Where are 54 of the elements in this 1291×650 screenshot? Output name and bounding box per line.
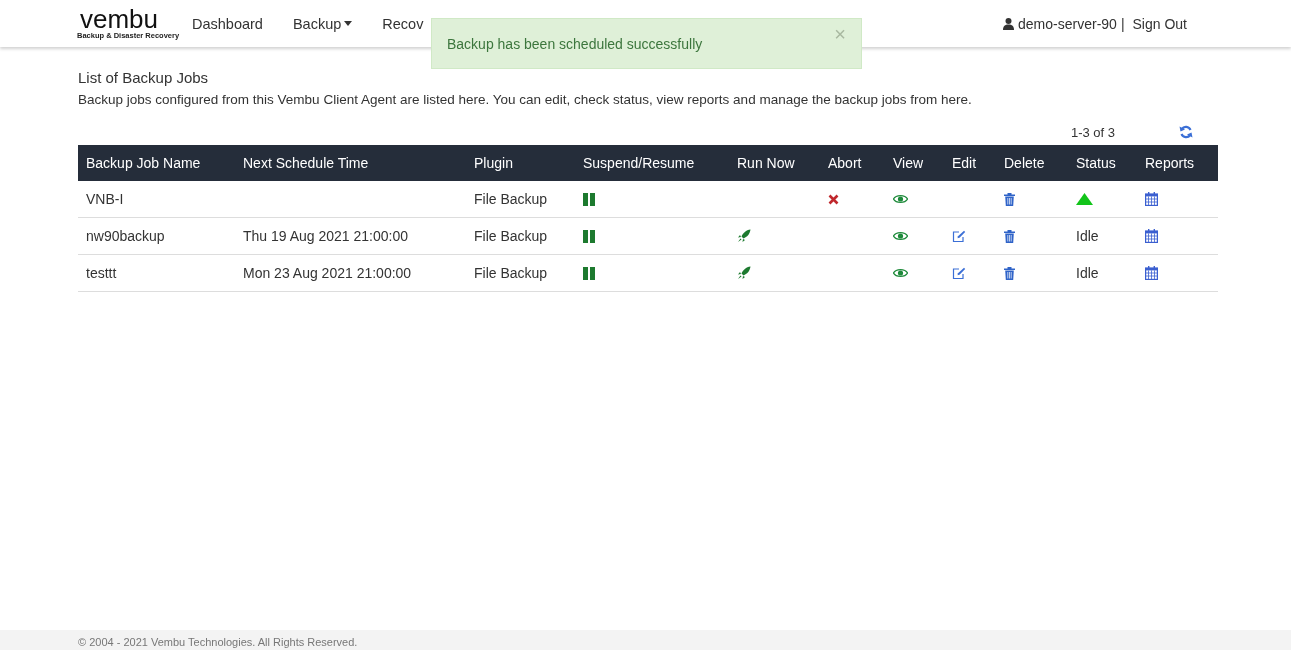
calendar-icon[interactable]: [1145, 229, 1158, 243]
caret-icon: [344, 21, 353, 26]
rocket-icon[interactable]: [737, 266, 751, 280]
column-header: Suspend/Resume: [575, 145, 729, 181]
server-name: demo-server-90: [1018, 15, 1117, 32]
status-text: Idle: [1076, 265, 1099, 281]
column-header: Status: [1068, 145, 1137, 181]
column-header: View: [885, 145, 944, 181]
trash-icon[interactable]: [1004, 266, 1015, 280]
nav-link[interactable]: Recov: [382, 15, 424, 32]
eye-icon[interactable]: [893, 194, 908, 204]
column-header: Run Now: [729, 145, 820, 181]
close-icon[interactable]: [828, 193, 839, 205]
sign-out-link[interactable]: Sign Out: [1132, 15, 1187, 32]
pause-icon[interactable]: [583, 266, 595, 280]
eye-icon[interactable]: [893, 268, 908, 278]
rocket-icon[interactable]: [737, 229, 751, 243]
pause-icon[interactable]: [583, 229, 595, 243]
plugin-cell: File Backup: [466, 181, 575, 218]
calendar-icon[interactable]: [1145, 266, 1158, 280]
triangle-icon: [1076, 193, 1093, 205]
trash-icon[interactable]: [1004, 192, 1015, 206]
edit-icon[interactable]: [952, 266, 966, 280]
job-name-cell: VNB-I: [78, 181, 235, 218]
nav-link[interactable]: Dashboard: [192, 15, 263, 32]
refresh-icon[interactable]: [1179, 125, 1193, 139]
trash-icon[interactable]: [1004, 229, 1015, 243]
column-header: Edit: [944, 145, 996, 181]
separator: |: [1120, 15, 1125, 32]
copyright-text: © 2004 - 2021 Vembu Technologies. All Rights Reserved.: [78, 636, 358, 649]
pagination-count: 1-3 of 3: [1070, 124, 1115, 140]
plugin-cell: File Backup: [466, 254, 575, 292]
column-header: Backup Job Name: [78, 145, 235, 181]
column-header: Reports: [1137, 145, 1218, 181]
edit-icon[interactable]: [952, 229, 966, 243]
nav-link[interactable]: Backup: [292, 15, 353, 32]
job-name-cell: nw90backup: [78, 217, 235, 255]
page-title: List of Backup Jobs: [78, 69, 210, 86]
schedule-time: Thu 19 Aug 2021 21:00:00: [243, 228, 409, 244]
job-name-cell: testtt: [78, 254, 235, 292]
eye-icon[interactable]: [893, 231, 908, 241]
toast-message: Backup has been scheduled successfully: [447, 35, 703, 52]
calendar-icon[interactable]: [1145, 192, 1158, 206]
schedule-time: Mon 23 Aug 2021 21:00:00: [243, 265, 412, 281]
status-text: Idle: [1076, 228, 1099, 244]
column-header: Abort: [820, 145, 885, 181]
page-description: Backup jobs configured from this Vembu Client Agent are listed here. You can edit, check status, view reports and manage the backup jobs from here.: [78, 92, 973, 107]
plugin-cell: File Backup: [466, 217, 575, 255]
user-icon: [1003, 17, 1015, 30]
column-header: Delete: [996, 145, 1068, 181]
pause-icon[interactable]: [583, 192, 595, 206]
column-header: Next Schedule Time: [235, 145, 466, 181]
logo-wordmark[interactable]: vembu: [80, 7, 159, 31]
column-header: Plugin: [466, 145, 575, 181]
